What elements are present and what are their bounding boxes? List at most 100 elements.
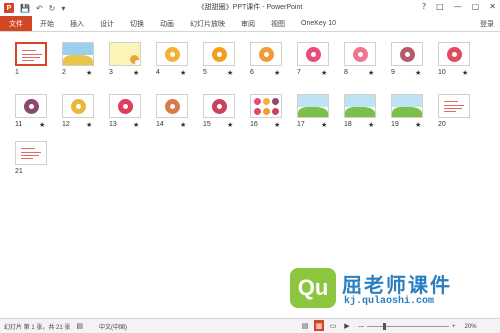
transition-star-icon[interactable]: ★ <box>227 69 233 77</box>
slide-preview[interactable] <box>203 94 235 118</box>
slide-preview[interactable] <box>109 42 141 66</box>
minimize-button[interactable]: — <box>454 2 462 11</box>
slide-thumbnail[interactable]: 6 ★ <box>250 42 296 77</box>
tab-file[interactable]: 文件 <box>0 16 32 31</box>
transition-star-icon[interactable]: ★ <box>227 121 233 129</box>
slide-thumbnail[interactable]: 1 <box>15 42 61 76</box>
slide-thumbnail[interactable]: 10 ★ <box>438 42 484 77</box>
transition-star-icon[interactable]: ★ <box>274 69 280 77</box>
slide-number: 3 <box>109 69 113 76</box>
transition-star-icon[interactable]: ★ <box>86 69 92 77</box>
slide-preview[interactable] <box>156 42 188 66</box>
transition-star-icon[interactable]: ★ <box>368 121 374 129</box>
donut-image <box>259 47 274 62</box>
zoom-slider[interactable] <box>367 323 449 330</box>
donut-image <box>400 47 415 62</box>
transition-star-icon[interactable]: ★ <box>415 121 421 129</box>
transition-star-icon[interactable]: ★ <box>180 69 186 77</box>
transition-star-icon[interactable]: ★ <box>133 69 139 77</box>
slide-thumbnail[interactable]: 12 ★ <box>62 94 108 129</box>
slide-preview[interactable] <box>438 42 470 66</box>
slide-thumbnail[interactable]: 19 ★ <box>391 94 437 129</box>
spellcheck-icon[interactable]: ▤ <box>76 322 83 330</box>
slide-preview[interactable] <box>15 141 47 165</box>
zoom-in-icon[interactable]: + <box>452 324 456 330</box>
zoom-value[interactable]: 20% <box>465 324 477 330</box>
slide-preview[interactable] <box>344 94 376 118</box>
transition-star-icon[interactable]: ★ <box>415 69 421 77</box>
ribbon-display-button[interactable]: □ <box>436 2 444 11</box>
transition-star-icon[interactable]: ★ <box>368 69 374 77</box>
donut-image <box>447 47 462 62</box>
tab-home[interactable]: 开始 <box>32 16 62 31</box>
watermark: Qu 屈老师课件 kj.qulaoshi.com <box>290 268 495 312</box>
transition-star-icon[interactable]: ★ <box>462 69 468 77</box>
customize-icon[interactable]: ▾ <box>61 4 65 13</box>
slide-thumbnail[interactable]: 8 ★ <box>344 42 390 77</box>
slide-preview[interactable] <box>438 94 470 118</box>
language-status[interactable]: 中文(中国) <box>99 322 127 331</box>
normal-view-icon[interactable]: ▤ <box>300 320 310 331</box>
help-button[interactable]: ? <box>422 2 426 11</box>
slide-preview[interactable] <box>250 94 282 118</box>
tab-insert[interactable]: 插入 <box>62 16 92 31</box>
close-button[interactable]: ✕ <box>489 2 496 11</box>
slideshow-view-icon[interactable]: ▶ <box>342 320 352 331</box>
slide-preview[interactable] <box>297 94 329 118</box>
slide-sorter-view-icon[interactable]: ▦ <box>314 320 324 331</box>
slide-thumbnail[interactable]: 21 <box>15 141 61 175</box>
slide-preview[interactable] <box>391 42 423 66</box>
slide-preview[interactable] <box>156 94 188 118</box>
login-link[interactable]: 登录 <box>480 16 494 32</box>
slide-thumbnail[interactable]: 20 <box>438 94 484 128</box>
transition-star-icon[interactable]: ★ <box>321 121 327 129</box>
slide-preview[interactable] <box>109 94 141 118</box>
slide-thumbnail[interactable]: 3 ★ <box>109 42 155 77</box>
save-icon[interactable]: 💾 <box>20 4 30 13</box>
slide-preview[interactable] <box>203 42 235 66</box>
scene-grass <box>345 107 375 117</box>
zoom-slider-thumb[interactable] <box>383 323 387 330</box>
slide-thumbnail[interactable]: 14 ★ <box>156 94 202 129</box>
slide-thumbnail[interactable]: 4 ★ <box>156 42 202 77</box>
redo-icon[interactable]: ↻ <box>49 4 56 13</box>
slide-thumbnail[interactable]: 16 ★ <box>250 94 296 129</box>
slide-preview[interactable] <box>250 42 282 66</box>
transition-star-icon[interactable]: ★ <box>39 121 45 129</box>
slide-preview[interactable] <box>62 42 94 66</box>
slide-thumbnail[interactable]: 9 ★ <box>391 42 437 77</box>
slide-thumbnail[interactable]: 17 ★ <box>297 94 343 129</box>
tab-onekey[interactable]: OneKey 10 <box>293 16 344 31</box>
tab-view[interactable]: 视图 <box>263 16 293 31</box>
tab-animations[interactable]: 动画 <box>152 16 182 31</box>
undo-icon[interactable]: ↶ <box>36 4 43 13</box>
transition-star-icon[interactable]: ★ <box>321 69 327 77</box>
tab-design[interactable]: 设计 <box>92 16 122 31</box>
slide-preview[interactable] <box>15 42 47 66</box>
tab-transitions[interactable]: 切换 <box>122 16 152 31</box>
tab-slideshow[interactable]: 幻灯片放映 <box>182 16 233 31</box>
transition-star-icon[interactable]: ★ <box>133 121 139 129</box>
slide-preview[interactable] <box>62 94 94 118</box>
slide-thumbnail[interactable]: 13 ★ <box>109 94 155 129</box>
transition-star-icon[interactable]: ★ <box>274 121 280 129</box>
maximize-button[interactable]: ▢ <box>472 2 480 11</box>
slide-preview[interactable] <box>344 42 376 66</box>
tab-review[interactable]: 审阅 <box>233 16 263 31</box>
slide-thumbnail[interactable]: 2 ★ <box>62 42 108 77</box>
slide-thumbnail[interactable]: 5 ★ <box>203 42 249 77</box>
reading-view-icon[interactable]: ▭ <box>328 320 338 331</box>
slide-preview[interactable] <box>297 42 329 66</box>
zoom-out-icon[interactable]: — <box>358 324 364 330</box>
transition-star-icon[interactable]: ★ <box>180 121 186 129</box>
slide-thumbnail[interactable]: 7 ★ <box>297 42 343 77</box>
slide-number: 5 <box>203 69 207 76</box>
slide-thumbnail[interactable]: 18 ★ <box>344 94 390 129</box>
slide-preview[interactable] <box>391 94 423 118</box>
transition-star-icon[interactable]: ★ <box>86 121 92 129</box>
scene-sky <box>298 95 328 107</box>
slide-thumbnail[interactable]: 15 ★ <box>203 94 249 129</box>
slide-preview[interactable] <box>15 94 47 118</box>
ribbon-tabs: 文件 开始 插入 设计 切换 动画 幻灯片放映 审阅 视图 OneKey 10 … <box>0 16 500 32</box>
slide-thumbnail[interactable]: 11 ★ <box>15 94 61 129</box>
